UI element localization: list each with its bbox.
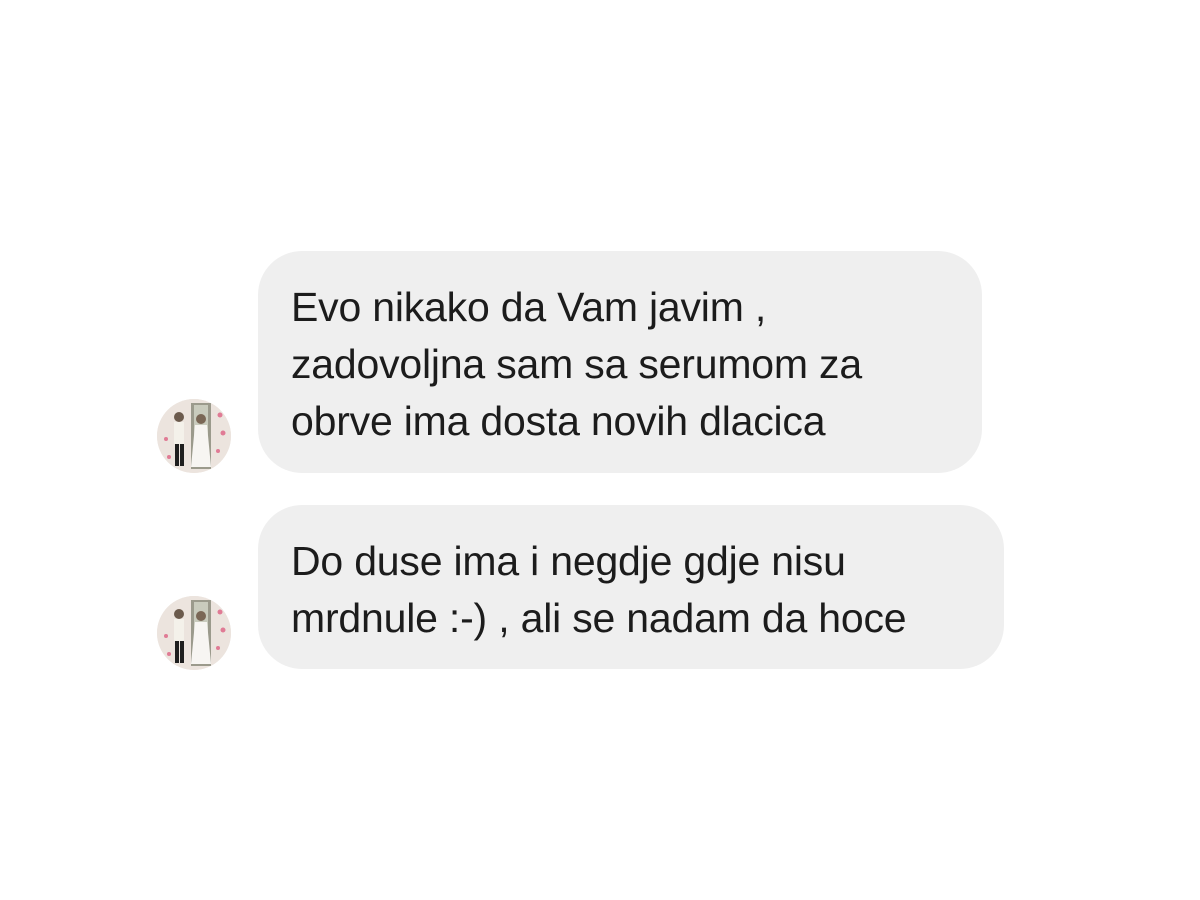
message-text-line: Do duse ima i negdje gdje nisu: [291, 538, 846, 584]
sender-avatar[interactable]: [157, 399, 231, 473]
avatar-photo-icon: [157, 596, 231, 670]
chat-thread: Evo nikako da Vam javim , zadovoljna sam…: [0, 0, 1200, 900]
message-row: Evo nikako da Vam javim , zadovoljna sam…: [0, 251, 1200, 473]
message-row: Do duse ima i negdje gdje nisu mrdnule :…: [0, 505, 1200, 670]
message-text-line: obrve ima dosta novih dlacica: [291, 398, 826, 444]
message-text-line: Evo nikako da Vam javim ,: [291, 284, 767, 330]
message-text-line: zadovoljna sam sa serumom za: [291, 341, 862, 387]
avatar-photo-icon: [157, 399, 231, 473]
sender-avatar[interactable]: [157, 596, 231, 670]
message-bubble[interactable]: Evo nikako da Vam javim , zadovoljna sam…: [258, 251, 982, 473]
message-text-line: mrdnule :-) , ali se nadam da hoce: [291, 595, 907, 641]
message-bubble[interactable]: Do duse ima i negdje gdje nisu mrdnule :…: [258, 505, 1004, 669]
